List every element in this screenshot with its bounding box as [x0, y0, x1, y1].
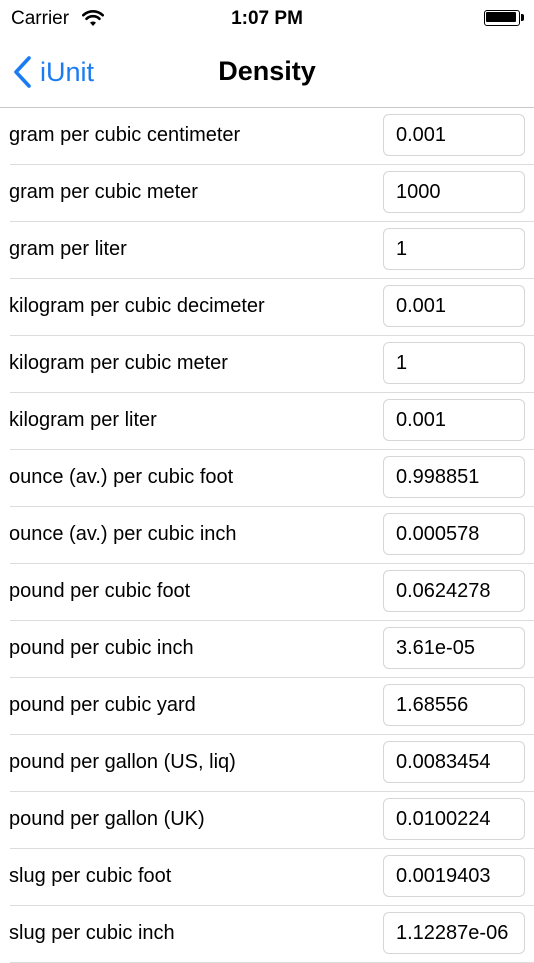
unit-row: gram per cubic meter: [0, 165, 534, 222]
unit-name-label: gram per cubic meter: [9, 181, 198, 203]
unit-row: ounce (av.) per cubic inch: [0, 507, 534, 564]
unit-name-label: gram per cubic centimeter: [9, 124, 241, 146]
unit-row: slug per cubic inch: [0, 906, 534, 963]
unit-name-label: kilogram per cubic decimeter: [9, 295, 265, 317]
unit-name-label: kilogram per liter: [9, 409, 157, 431]
unit-name-label: pound per cubic yard: [9, 694, 196, 716]
unit-value-input[interactable]: [383, 798, 525, 840]
unit-row: gram per liter: [0, 222, 534, 279]
unit-value-input[interactable]: [383, 684, 525, 726]
unit-value-input[interactable]: [383, 228, 525, 270]
unit-value-input[interactable]: [383, 456, 525, 498]
unit-row: pound per cubic inch: [0, 621, 534, 678]
unit-name-label: ounce (av.) per cubic foot: [9, 466, 234, 488]
unit-value-input[interactable]: [383, 171, 525, 213]
unit-name-label: pound per gallon (US, liq): [9, 751, 236, 773]
unit-name-label: gram per liter: [9, 238, 127, 260]
unit-name-label: pound per cubic foot: [9, 580, 191, 602]
unit-value-input[interactable]: [383, 912, 525, 954]
unit-value-input[interactable]: [383, 285, 525, 327]
unit-row: pound per cubic foot: [0, 564, 534, 621]
page-title: Density: [218, 56, 316, 86]
unit-row: pound per gallon (US, liq): [0, 735, 534, 792]
unit-list: gram per cubic centimeter gram per cubic …: [0, 108, 534, 963]
unit-name-label: kilogram per cubic meter: [9, 352, 228, 374]
unit-row: slug per cubic foot: [0, 849, 534, 906]
unit-value-input[interactable]: [383, 342, 525, 384]
unit-row: gram per cubic centimeter: [0, 108, 534, 165]
navigation-bar: iUnit Density: [0, 36, 534, 108]
unit-row: kilogram per cubic meter: [0, 336, 534, 393]
status-time: 1:07 PM: [231, 8, 303, 29]
unit-value-input[interactable]: [383, 513, 525, 555]
unit-name-label: slug per cubic foot: [9, 865, 172, 887]
unit-row: kilogram per liter: [0, 393, 534, 450]
unit-name-label: ounce (av.) per cubic inch: [9, 523, 237, 545]
battery-icon: [484, 10, 524, 26]
unit-name-label: pound per cubic inch: [9, 637, 194, 659]
unit-row: kilogram per cubic decimeter: [0, 279, 534, 336]
unit-value-input[interactable]: [383, 627, 525, 669]
unit-row: ounce (av.) per cubic foot: [0, 450, 534, 507]
unit-value-input[interactable]: [383, 570, 525, 612]
unit-value-input[interactable]: [383, 114, 525, 156]
status-bar: Carrier 1:07 PM: [0, 0, 534, 36]
unit-name-label: pound per gallon (UK): [9, 808, 205, 830]
unit-value-input[interactable]: [383, 399, 525, 441]
unit-value-input[interactable]: [383, 855, 525, 897]
unit-row: pound per gallon (UK): [0, 792, 534, 849]
unit-name-label: slug per cubic inch: [9, 922, 175, 944]
unit-value-input[interactable]: [383, 741, 525, 783]
unit-row: pound per cubic yard: [0, 678, 534, 735]
